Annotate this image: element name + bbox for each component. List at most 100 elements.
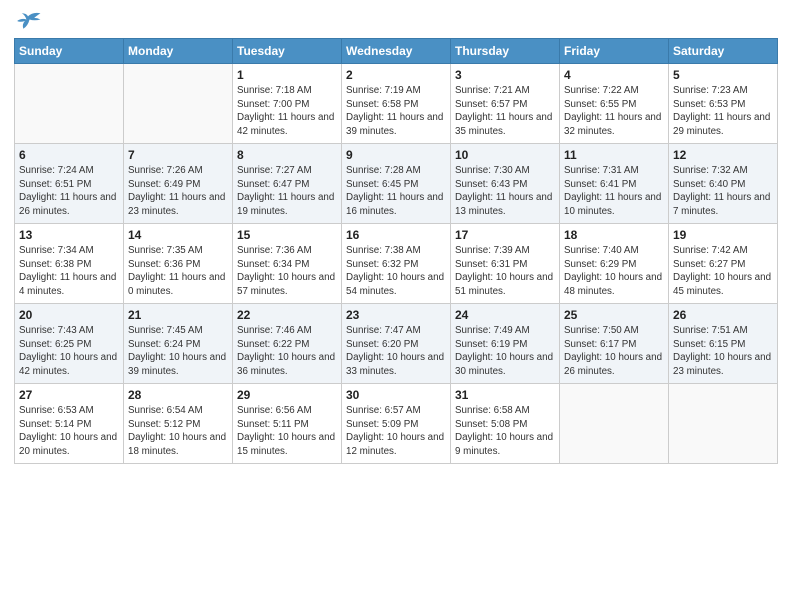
calendar-cell	[669, 384, 778, 464]
logo-icon	[14, 10, 42, 32]
calendar-cell: 6Sunrise: 7:24 AM Sunset: 6:51 PM Daylig…	[15, 144, 124, 224]
day-number: 11	[564, 148, 664, 162]
header-day-saturday: Saturday	[669, 39, 778, 64]
week-row-4: 20Sunrise: 7:43 AM Sunset: 6:25 PM Dayli…	[15, 304, 778, 384]
calendar-cell: 16 Sunrise: 7:38 AM Sunset: 6:32 PM Dayli…	[342, 224, 451, 304]
calendar-cell: 17 Sunrise: 7:39 AM Sunset: 6:31 PM Dayli…	[451, 224, 560, 304]
day-info: Sunrise: 7:23 AM Sunset: 6:53 PM Dayligh…	[673, 84, 773, 139]
calendar-cell: 4Sunrise: 7:22 AM Sunset: 6:55 PM Daylig…	[560, 64, 669, 144]
header-day-monday: Monday	[124, 39, 233, 64]
header-day-friday: Friday	[560, 39, 669, 64]
calendar-cell: 29 Sunrise: 6:56 AM Sunset: 5:11 PM Dayli…	[233, 384, 342, 464]
day-number: 26	[673, 308, 773, 322]
day-info: Sunrise: 6:53 AM Sunset: 5:14 PM Dayligh…	[19, 404, 119, 459]
week-row-1: 1 Sunrise: 7:18 AM Sunset: 7:00 PM Daylig…	[15, 64, 778, 144]
calendar-cell: 21Sunrise: 7:45 AM Sunset: 6:24 PM Dayli…	[124, 304, 233, 384]
day-number: 23	[346, 308, 446, 322]
day-number: 24	[455, 308, 555, 322]
day-number: 10	[455, 148, 555, 162]
day-number: 1	[237, 68, 337, 82]
day-number: 12	[673, 148, 773, 162]
day-info: Sunrise: 6:54 AM Sunset: 5:12 PM Dayligh…	[128, 404, 228, 459]
calendar-cell: 26Sunrise: 7:51 AM Sunset: 6:15 PM Dayli…	[669, 304, 778, 384]
calendar-cell: 7 Sunrise: 7:26 AM Sunset: 6:49 PM Daylig…	[124, 144, 233, 224]
week-row-5: 27 Sunrise: 6:53 AM Sunset: 5:14 PM Dayli…	[15, 384, 778, 464]
day-info: Sunrise: 7:40 AM Sunset: 6:29 PM Dayligh…	[564, 244, 664, 299]
calendar-cell: 22 Sunrise: 7:46 AM Sunset: 6:22 PM Dayli…	[233, 304, 342, 384]
day-number: 25	[564, 308, 664, 322]
day-number: 16	[346, 228, 446, 242]
day-info: Sunrise: 7:24 AM Sunset: 6:51 PM Dayligh…	[19, 164, 119, 219]
day-info: Sunrise: 7:32 AM Sunset: 6:40 PM Dayligh…	[673, 164, 773, 219]
calendar-cell: 24Sunrise: 7:49 AM Sunset: 6:19 PM Dayli…	[451, 304, 560, 384]
day-info: Sunrise: 7:19 AM Sunset: 6:58 PM Dayligh…	[346, 84, 446, 139]
day-number: 29	[237, 388, 337, 402]
day-number: 19	[673, 228, 773, 242]
day-info: Sunrise: 7:38 AM Sunset: 6:32 PM Dayligh…	[346, 244, 446, 299]
header-day-tuesday: Tuesday	[233, 39, 342, 64]
day-number: 9	[346, 148, 446, 162]
week-row-3: 13 Sunrise: 7:34 AM Sunset: 6:38 PM Dayli…	[15, 224, 778, 304]
day-info: Sunrise: 7:28 AM Sunset: 6:45 PM Dayligh…	[346, 164, 446, 219]
calendar-cell: 30 Sunrise: 6:57 AM Sunset: 5:09 PM Dayli…	[342, 384, 451, 464]
day-info: Sunrise: 7:42 AM Sunset: 6:27 PM Dayligh…	[673, 244, 773, 299]
header-day-thursday: Thursday	[451, 39, 560, 64]
day-number: 13	[19, 228, 119, 242]
day-number: 3	[455, 68, 555, 82]
calendar-cell	[15, 64, 124, 144]
header-row: SundayMondayTuesdayWednesdayThursdayFrid…	[15, 39, 778, 64]
calendar-cell: 10Sunrise: 7:30 AM Sunset: 6:43 PM Dayli…	[451, 144, 560, 224]
day-info: Sunrise: 7:35 AM Sunset: 6:36 PM Dayligh…	[128, 244, 228, 299]
page-container: SundayMondayTuesdayWednesdayThursdayFrid…	[0, 0, 792, 474]
day-number: 30	[346, 388, 446, 402]
calendar-table: SundayMondayTuesdayWednesdayThursdayFrid…	[14, 38, 778, 464]
calendar-body: 1 Sunrise: 7:18 AM Sunset: 7:00 PM Daylig…	[15, 64, 778, 464]
day-info: Sunrise: 6:56 AM Sunset: 5:11 PM Dayligh…	[237, 404, 337, 459]
day-info: Sunrise: 7:26 AM Sunset: 6:49 PM Dayligh…	[128, 164, 228, 219]
day-number: 8	[237, 148, 337, 162]
calendar-cell: 11Sunrise: 7:31 AM Sunset: 6:41 PM Dayli…	[560, 144, 669, 224]
day-number: 14	[128, 228, 228, 242]
calendar-cell: 8Sunrise: 7:27 AM Sunset: 6:47 PM Daylig…	[233, 144, 342, 224]
day-number: 5	[673, 68, 773, 82]
calendar-header: SundayMondayTuesdayWednesdayThursdayFrid…	[15, 39, 778, 64]
day-number: 17	[455, 228, 555, 242]
calendar-cell	[560, 384, 669, 464]
day-info: Sunrise: 7:34 AM Sunset: 6:38 PM Dayligh…	[19, 244, 119, 299]
calendar-cell: 2 Sunrise: 7:19 AM Sunset: 6:58 PM Daylig…	[342, 64, 451, 144]
day-number: 27	[19, 388, 119, 402]
calendar-cell: 1 Sunrise: 7:18 AM Sunset: 7:00 PM Daylig…	[233, 64, 342, 144]
header-day-wednesday: Wednesday	[342, 39, 451, 64]
day-info: Sunrise: 7:46 AM Sunset: 6:22 PM Dayligh…	[237, 324, 337, 379]
day-number: 2	[346, 68, 446, 82]
day-number: 7	[128, 148, 228, 162]
page-header	[14, 10, 778, 32]
day-number: 18	[564, 228, 664, 242]
calendar-cell: 12 Sunrise: 7:32 AM Sunset: 6:40 PM Dayli…	[669, 144, 778, 224]
calendar-cell: 9 Sunrise: 7:28 AM Sunset: 6:45 PM Daylig…	[342, 144, 451, 224]
day-number: 21	[128, 308, 228, 322]
day-number: 22	[237, 308, 337, 322]
day-info: Sunrise: 7:43 AM Sunset: 6:25 PM Dayligh…	[19, 324, 119, 379]
day-number: 31	[455, 388, 555, 402]
day-info: Sunrise: 6:58 AM Sunset: 5:08 PM Dayligh…	[455, 404, 555, 459]
header-day-sunday: Sunday	[15, 39, 124, 64]
day-info: Sunrise: 7:22 AM Sunset: 6:55 PM Dayligh…	[564, 84, 664, 139]
day-info: Sunrise: 6:57 AM Sunset: 5:09 PM Dayligh…	[346, 404, 446, 459]
calendar-cell: 31 Sunrise: 6:58 AM Sunset: 5:08 PM Dayli…	[451, 384, 560, 464]
calendar-cell: 14 Sunrise: 7:35 AM Sunset: 6:36 PM Dayli…	[124, 224, 233, 304]
calendar-cell: 23 Sunrise: 7:47 AM Sunset: 6:20 PM Dayli…	[342, 304, 451, 384]
day-info: Sunrise: 7:47 AM Sunset: 6:20 PM Dayligh…	[346, 324, 446, 379]
day-info: Sunrise: 7:39 AM Sunset: 6:31 PM Dayligh…	[455, 244, 555, 299]
day-info: Sunrise: 7:21 AM Sunset: 6:57 PM Dayligh…	[455, 84, 555, 139]
calendar-cell: 15Sunrise: 7:36 AM Sunset: 6:34 PM Dayli…	[233, 224, 342, 304]
calendar-cell: 25 Sunrise: 7:50 AM Sunset: 6:17 PM Dayli…	[560, 304, 669, 384]
day-info: Sunrise: 7:18 AM Sunset: 7:00 PM Dayligh…	[237, 84, 337, 139]
calendar-cell: 13 Sunrise: 7:34 AM Sunset: 6:38 PM Dayli…	[15, 224, 124, 304]
calendar-cell: 3 Sunrise: 7:21 AM Sunset: 6:57 PM Daylig…	[451, 64, 560, 144]
logo	[14, 10, 46, 32]
week-row-2: 6Sunrise: 7:24 AM Sunset: 6:51 PM Daylig…	[15, 144, 778, 224]
calendar-cell: 19 Sunrise: 7:42 AM Sunset: 6:27 PM Dayli…	[669, 224, 778, 304]
calendar-cell: 18 Sunrise: 7:40 AM Sunset: 6:29 PM Dayli…	[560, 224, 669, 304]
day-info: Sunrise: 7:50 AM Sunset: 6:17 PM Dayligh…	[564, 324, 664, 379]
